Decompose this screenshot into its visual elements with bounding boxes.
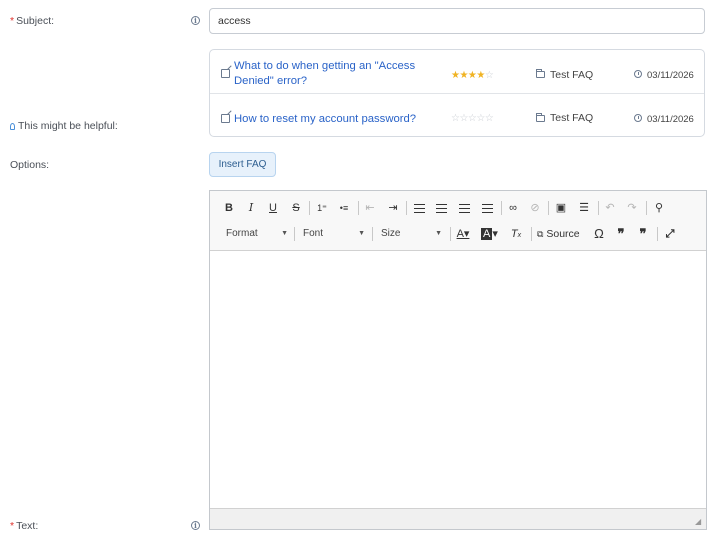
star-rating: ★★★★☆: [451, 70, 494, 81]
info-icon[interactable]: i: [191, 16, 200, 25]
faq-category: Test FAQ: [550, 69, 594, 81]
bold-button[interactable]: B: [221, 199, 237, 217]
toolbar-separator: [358, 201, 359, 215]
toolbar-separator: [657, 227, 658, 241]
toolbar-separator: [309, 201, 310, 215]
special-character-icon[interactable]: Ω: [591, 225, 607, 243]
list-item: How to reset my account password? ☆☆☆☆☆ …: [210, 98, 704, 138]
folder-icon: [536, 69, 545, 78]
italic-button[interactable]: I: [243, 199, 259, 217]
toolbar-separator: [646, 201, 647, 215]
subject-label: * Subject:: [10, 15, 55, 27]
align-left-icon[interactable]: [411, 199, 427, 217]
rich-text-editor: B I U S 1⁼ •≡ ⇤ ⇥ ∞ ⊘ ▣ ☰ ↶ ↷ ⚲ Format ▼ …: [209, 190, 707, 530]
redo-icon[interactable]: ↷: [624, 199, 640, 217]
justify-icon[interactable]: [479, 199, 495, 217]
toolbar-separator: [548, 201, 549, 215]
chevron-down-icon: ▼: [281, 230, 288, 237]
source-icon: ⧉: [537, 229, 544, 239]
star-icon: ★★★★: [451, 70, 485, 81]
chevron-down-icon: ▼: [435, 230, 442, 237]
link-icon[interactable]: ∞: [505, 199, 521, 217]
underline-button[interactable]: U: [265, 199, 281, 217]
star-empty-icon: ☆: [484, 70, 494, 81]
toolbar-separator: [501, 201, 502, 215]
horizontal-rule-icon[interactable]: ☰: [576, 199, 592, 217]
background-color-icon[interactable]: A ▾: [481, 225, 498, 243]
star-empty-icon: ☆☆☆☆☆: [451, 113, 494, 124]
info-icon[interactable]: i: [191, 521, 200, 530]
image-icon[interactable]: ▣: [553, 199, 569, 217]
faq-date: 03/11/2026: [647, 114, 694, 125]
blockquote-icon[interactable]: ❞: [613, 225, 629, 243]
folder-icon: [536, 113, 545, 122]
outdent-icon[interactable]: ⇤: [362, 199, 378, 217]
clock-icon: [634, 70, 642, 78]
align-right-icon[interactable]: [456, 199, 472, 217]
faq-suggestions-list: What to do when getting an "Access Denie…: [209, 49, 705, 137]
text-color-icon[interactable]: A▾: [455, 225, 471, 243]
toolbar-separator: [406, 201, 407, 215]
editor-text-area[interactable]: [210, 252, 706, 508]
toolbar-separator: [450, 227, 451, 241]
clock-icon: [634, 114, 642, 122]
text-label: * Text:: [10, 520, 39, 532]
editor-toolbar: B I U S 1⁼ •≡ ⇤ ⇥ ∞ ⊘ ▣ ☰ ↶ ↷ ⚲ Format ▼ …: [210, 191, 706, 251]
maximize-icon[interactable]: ⤢: [662, 225, 678, 243]
chevron-down-icon: ▼: [358, 230, 365, 237]
toolbar-separator: [531, 227, 532, 241]
numbered-list-icon[interactable]: 1⁼: [314, 199, 330, 217]
align-center-icon[interactable]: [433, 199, 449, 217]
options-label: Options:: [10, 159, 50, 171]
resize-handle-icon[interactable]: ◢: [695, 518, 703, 526]
external-link-icon[interactable]: [221, 69, 230, 78]
editor-status-bar: ◢: [210, 508, 706, 529]
code-snippet-icon[interactable]: ❞: [635, 225, 651, 243]
external-link-icon[interactable]: [221, 114, 230, 123]
faq-link[interactable]: How to reset my account password?: [234, 112, 416, 127]
lightbulb-icon: [10, 123, 15, 130]
size-dropdown[interactable]: Size ▼: [381, 224, 442, 244]
toolbar-separator: [372, 227, 373, 241]
source-button[interactable]: ⧉ Source: [537, 225, 580, 243]
subject-input[interactable]: [209, 8, 705, 34]
font-dropdown[interactable]: Font ▼: [303, 224, 365, 244]
undo-icon[interactable]: ↶: [602, 199, 618, 217]
faq-date: 03/11/2026: [647, 70, 694, 81]
faq-link[interactable]: What to do when getting an "Access Denie…: [234, 59, 434, 89]
toolbar-separator: [294, 227, 295, 241]
required-mark: *: [10, 15, 15, 27]
faq-category: Test FAQ: [550, 112, 594, 124]
bulleted-list-icon[interactable]: •≡: [336, 199, 352, 217]
indent-icon[interactable]: ⇥: [385, 199, 401, 217]
strikethrough-button[interactable]: S: [288, 199, 304, 217]
helpful-label: This might be helpful:: [10, 120, 118, 132]
unlink-icon[interactable]: ⊘: [527, 199, 543, 217]
toolbar-separator: [598, 201, 599, 215]
format-dropdown[interactable]: Format ▼: [226, 224, 288, 244]
list-item: What to do when getting an "Access Denie…: [210, 50, 704, 94]
star-rating: ☆☆☆☆☆: [451, 113, 494, 124]
insert-faq-button[interactable]: Insert FAQ: [209, 152, 276, 177]
search-icon[interactable]: ⚲: [651, 199, 667, 217]
required-mark: *: [10, 520, 15, 532]
remove-format-icon[interactable]: Tx: [508, 225, 524, 243]
